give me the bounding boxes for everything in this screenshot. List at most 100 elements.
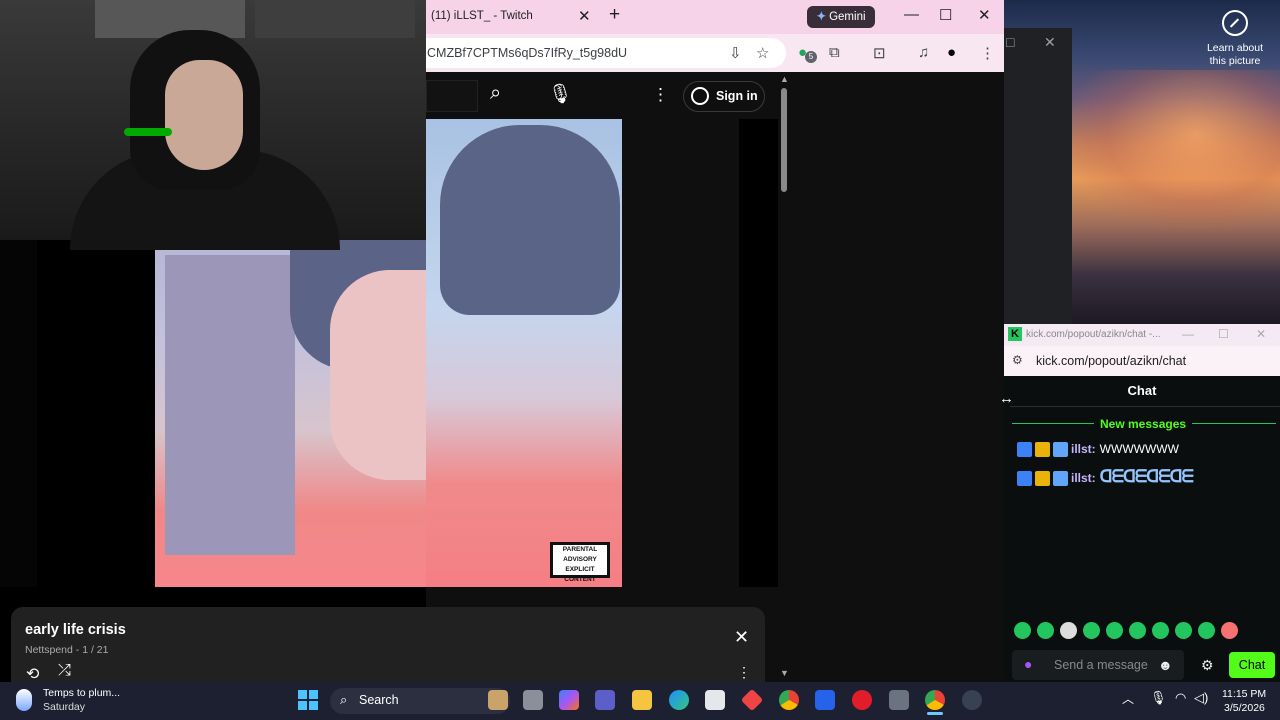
app-icon[interactable] <box>889 690 909 710</box>
profile-avatar-icon[interactable]: ● <box>947 44 956 61</box>
chrome-active-icon[interactable] <box>925 690 945 710</box>
letterbox-left <box>0 240 37 587</box>
now-playing-bar <box>11 607 765 682</box>
repeat-icon[interactable]: ⟲ <box>26 664 39 684</box>
new-messages-label: New messages <box>1100 417 1187 431</box>
bookmark-star-icon[interactable]: ☆ <box>756 44 769 62</box>
maximize-icon[interactable]: ☐ <box>939 6 952 24</box>
puzzle-icon[interactable]: ⧉ <box>829 44 840 61</box>
site-settings-icon[interactable]: ⚙ <box>1012 353 1023 367</box>
clock-time[interactable]: 11:15 PM <box>1222 688 1266 700</box>
emote-icon[interactable] <box>1014 622 1031 639</box>
microsoft-store-icon[interactable] <box>705 690 725 710</box>
track-title[interactable]: early life crisis <box>25 622 126 638</box>
edge-icon[interactable] <box>669 690 689 710</box>
settings-app-icon[interactable] <box>962 690 982 710</box>
sign-in-label: Sign in <box>716 89 758 103</box>
chrome-menu-icon[interactable]: ⋮ <box>980 44 995 62</box>
close-icon[interactable]: ✕ <box>1044 34 1056 51</box>
chat-input-placeholder[interactable]: Send a message <box>1054 658 1148 672</box>
extension-badge: 5 <box>805 51 817 63</box>
tab-close-icon[interactable]: ✕ <box>578 7 591 25</box>
emote-icon[interactable] <box>1129 622 1146 639</box>
opera-icon[interactable] <box>852 690 872 710</box>
url-text[interactable]: CMZBf7CPTMs6qDs7IfRy_t5g98dU <box>427 46 627 60</box>
badge-icon <box>1017 442 1032 458</box>
volume-icon[interactable]: ◁) <box>1194 690 1208 706</box>
close-window-icon[interactable]: ✕ <box>978 6 991 24</box>
taskbar-search[interactable] <box>330 688 510 714</box>
tab-search-icon[interactable]: ⊡ <box>873 44 886 62</box>
kick-logo-icon: K <box>1008 327 1022 341</box>
emote-icon[interactable] <box>1152 622 1169 639</box>
gear-icon[interactable]: ⚙ <box>1201 657 1214 674</box>
clock-date[interactable]: 3/5/2026 <box>1224 702 1265 714</box>
thermometer-icon[interactable] <box>16 689 32 711</box>
more-options-icon[interactable]: ⋮ <box>652 85 669 105</box>
wifi-icon[interactable]: ◠ <box>1175 690 1186 706</box>
emote-icon[interactable] <box>1106 622 1123 639</box>
new-tab-icon[interactable]: + <box>609 4 620 26</box>
chat-username[interactable]: illst: <box>1071 471 1096 485</box>
camera-lens-icon <box>1222 10 1248 36</box>
scroll-up-icon[interactable]: ▲ <box>780 74 789 84</box>
resize-cursor-icon: ↔ <box>999 390 1014 407</box>
tab-title[interactable]: (11) iLLST_ - Twitch <box>431 10 533 22</box>
weather-widget-title[interactable]: Temps to plum... <box>43 687 120 699</box>
chat-username[interactable]: illst: <box>1071 442 1096 456</box>
scrollbar-thumb[interactable] <box>781 88 787 192</box>
emote-icon[interactable] <box>1037 622 1054 639</box>
crown-badge-icon <box>1035 442 1050 458</box>
quick-emote-bar <box>1014 622 1276 642</box>
kick-url[interactable]: kick.com/popout/azikn/chat <box>1036 354 1186 368</box>
teams-icon[interactable] <box>595 690 615 710</box>
books-icon <box>488 690 508 710</box>
advisory-text: PARENTAL ADVISORY EXPLICIT CONTENT <box>562 546 598 583</box>
taskbar-search-label[interactable]: Search <box>359 693 399 707</box>
learn-about-picture[interactable]: Learn about this picture <box>1200 10 1270 68</box>
parental-advisory-logo: PARENTAL ADVISORY EXPLICIT CONTENT <box>550 542 610 583</box>
search-input[interactable] <box>426 80 478 112</box>
copilot-icon[interactable] <box>559 690 579 710</box>
more-options-icon[interactable]: ⋮ <box>737 664 751 681</box>
microphone-icon[interactable]: ● <box>1024 656 1032 672</box>
media-control-icon[interactable]: ♫ <box>918 44 929 61</box>
close-icon[interactable]: ✕ <box>1256 327 1266 341</box>
search-icon[interactable]: ⌕ <box>490 82 520 112</box>
gemini-button[interactable]: ✦ Gemini <box>807 6 875 28</box>
chat-message: illst: WWWWWWW <box>1017 442 1179 458</box>
chat-send-button[interactable]: Chat <box>1229 652 1275 678</box>
scroll-down-icon[interactable]: ▼ <box>780 668 789 678</box>
crown-badge-icon <box>1035 471 1050 487</box>
close-icon[interactable]: ✕ <box>734 627 749 648</box>
maximize-icon[interactable]: ☐ <box>1218 327 1229 341</box>
chrome-icon[interactable] <box>779 690 799 710</box>
kick-window-title: kick.com/popout/azikn/chat -... <box>1026 329 1161 340</box>
minimize-icon[interactable]: — <box>1182 327 1194 341</box>
weather-widget-day[interactable]: Saturday <box>43 701 85 713</box>
headset-mic <box>124 128 172 136</box>
emoji-icon[interactable]: ☻ <box>1158 657 1173 673</box>
install-icon[interactable]: ⇩ <box>729 44 742 62</box>
minimize-icon[interactable]: □ <box>1006 34 1014 50</box>
windows-start-icon[interactable] <box>298 690 318 710</box>
badge-icon <box>1017 471 1032 487</box>
side-panel <box>739 119 778 587</box>
webcam-person-face <box>165 60 243 170</box>
emote-icon[interactable] <box>1198 622 1215 639</box>
microphone-icon[interactable]: 🎙 <box>1150 690 1167 706</box>
webcam-shelf-right <box>255 0 415 38</box>
emote-icon[interactable] <box>1175 622 1192 639</box>
file-explorer-icon[interactable] <box>632 690 652 710</box>
emote-icon[interactable] <box>1221 622 1238 639</box>
emote-icon[interactable] <box>1083 622 1100 639</box>
chevron-up-icon[interactable]: ︿ <box>1122 690 1134 707</box>
shuffle-icon[interactable]: ⤮ <box>58 662 71 680</box>
task-view-icon[interactable] <box>523 690 543 710</box>
account-icon <box>691 87 709 105</box>
minimize-icon[interactable]: — <box>904 6 919 23</box>
search-icon: ⌕ <box>340 692 348 707</box>
microphone-icon[interactable]: 🎙 <box>545 82 575 112</box>
emote-icon[interactable] <box>1060 622 1077 639</box>
lightning-app-icon[interactable] <box>815 690 835 710</box>
